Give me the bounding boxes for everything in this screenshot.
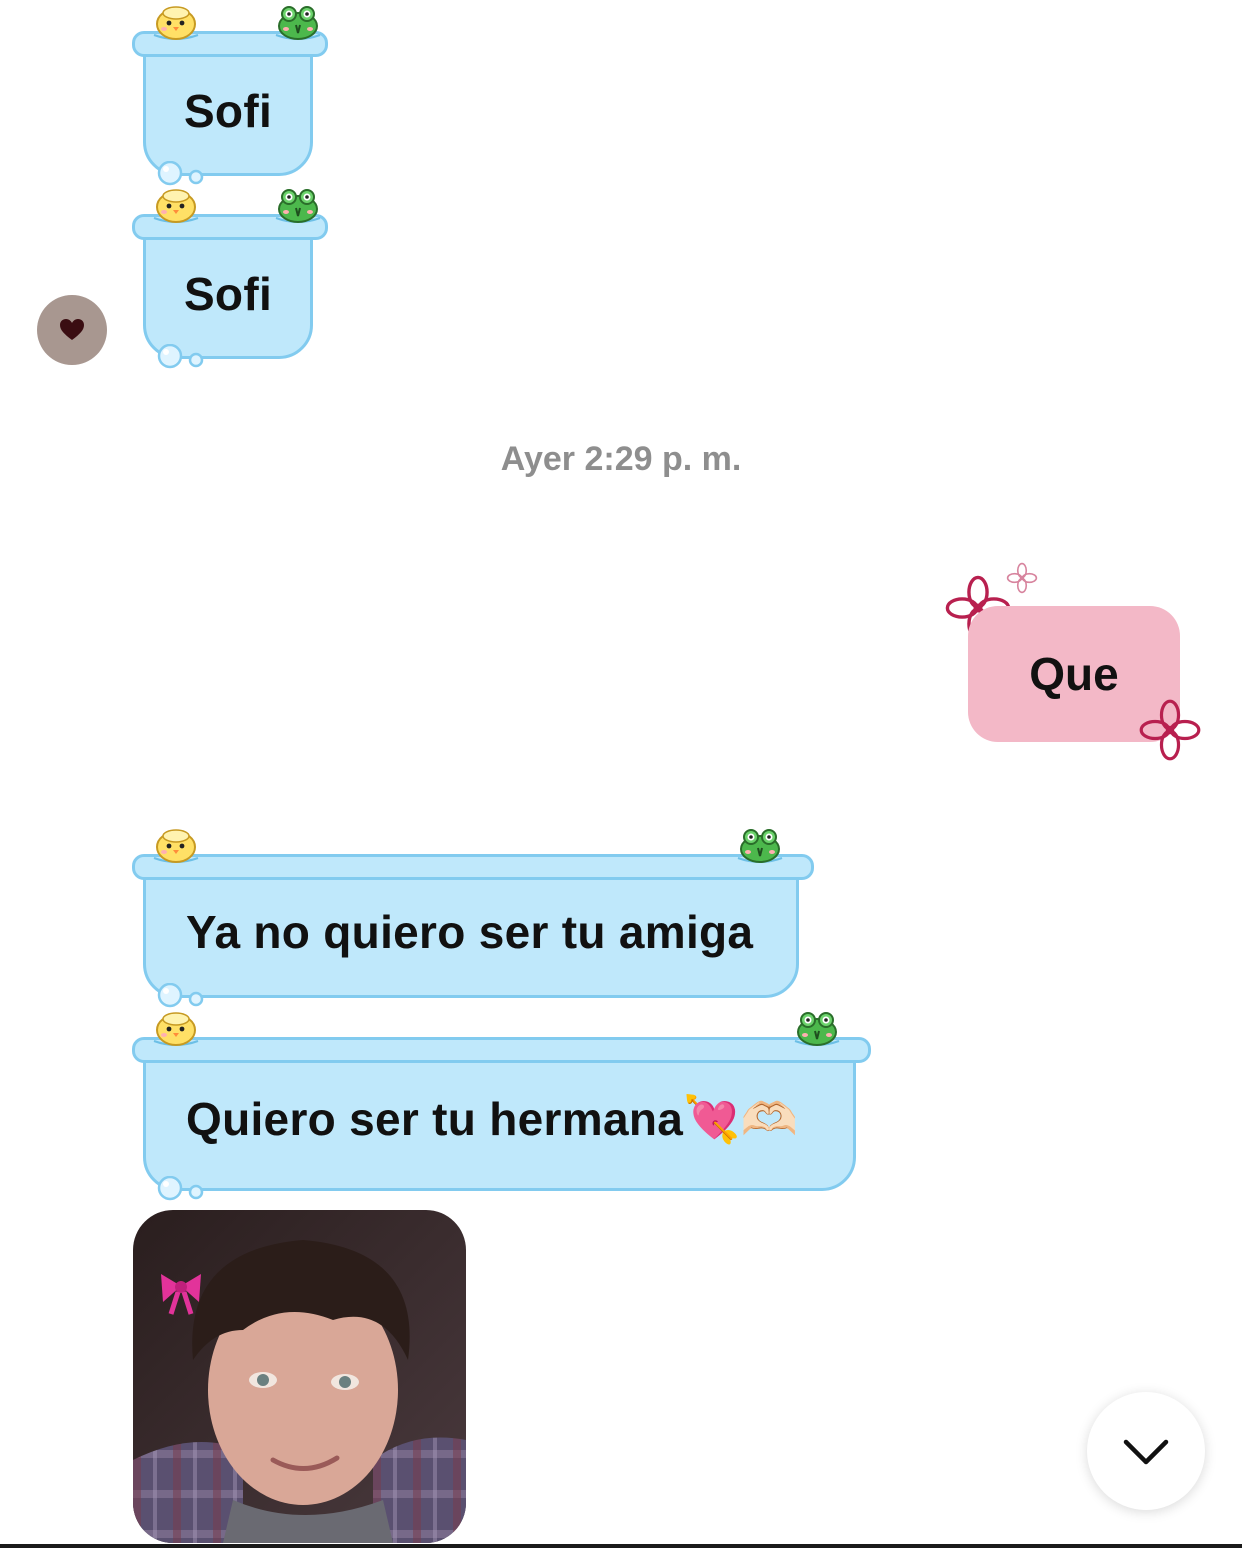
chick-sticker-icon — [152, 3, 200, 41]
photo-message[interactable] — [133, 1210, 466, 1543]
message-text: Quiero ser tu hermana💘🫶🏻 — [186, 1093, 799, 1145]
message-text: Que — [1029, 648, 1119, 700]
divider — [0, 1544, 1242, 1548]
message-text: Sofi — [183, 85, 273, 137]
frog-sticker-icon — [274, 186, 322, 224]
frog-sticker-icon — [274, 3, 322, 41]
message-bubble[interactable]: Sofi — [132, 38, 328, 176]
message-bubble[interactable]: Quiero ser tu hermana💘🫶🏻 — [132, 1044, 871, 1191]
frog-sticker-icon — [793, 1009, 841, 1047]
timestamp: Ayer 2:29 p. m. — [500, 440, 742, 478]
water-bubbles-icon — [152, 983, 212, 1011]
heart-icon — [60, 319, 84, 340]
bubble-ledge — [132, 854, 814, 880]
flower-icon — [1138, 698, 1202, 762]
flower-icon — [1006, 562, 1038, 594]
message-bubble[interactable]: Sofi — [132, 221, 328, 359]
message-text: Ya no quiero ser tu amiga — [186, 905, 754, 958]
scroll-down-button[interactable] — [1087, 1392, 1205, 1510]
chevron-down-icon — [1123, 1439, 1169, 1465]
frog-sticker-icon — [736, 826, 784, 864]
message-text: Sofi — [183, 268, 273, 320]
chick-sticker-icon — [152, 186, 200, 224]
avatar[interactable] — [37, 295, 107, 365]
water-bubbles-icon — [152, 344, 212, 372]
photo-image — [133, 1210, 466, 1543]
bubble-ledge — [132, 1037, 871, 1063]
water-bubbles-icon — [152, 161, 212, 189]
message-bubble[interactable]: Ya no quiero ser tu amiga — [132, 861, 814, 998]
chick-sticker-icon — [152, 826, 200, 864]
water-bubbles-icon — [152, 1176, 212, 1204]
chick-sticker-icon — [152, 1009, 200, 1047]
